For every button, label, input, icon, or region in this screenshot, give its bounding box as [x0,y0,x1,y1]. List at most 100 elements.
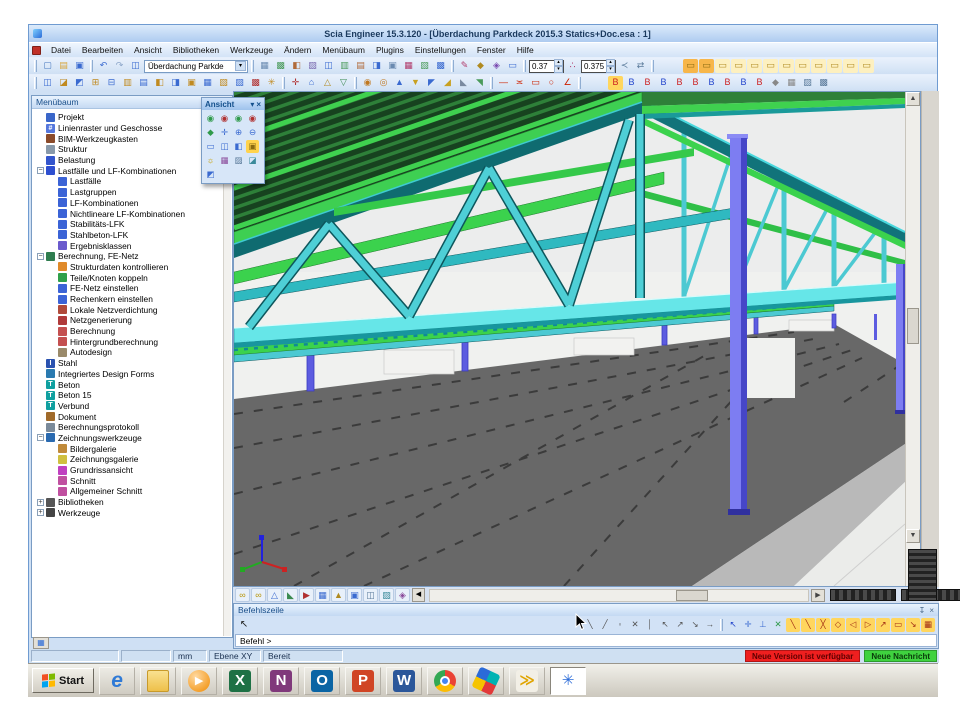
tree-item[interactable]: I Stahl [33,358,223,369]
toolbar-grip[interactable] [282,77,285,89]
toolbar-icon[interactable]: ▭ [528,76,543,90]
tree-item[interactable]: Strukturdaten kontrollieren [45,262,223,273]
toolbar-grip[interactable] [451,60,454,72]
word[interactable]: W [386,667,422,695]
toolbar-icon[interactable]: ▧ [216,76,231,90]
view-tool-icon[interactable]: ☼ [204,154,217,167]
toolbar-icon[interactable]: ≍ [512,76,527,90]
snap-icon[interactable]: ✛ [741,618,755,632]
snap-mode-icon[interactable]: ╳ [816,618,830,632]
chevron-down-icon[interactable]: ▾ [235,61,246,71]
snap-mode-icon[interactable]: ↘ [906,618,920,632]
tree-expander[interactable]: − [37,167,44,174]
snap-mode-icon[interactable]: ╲ [801,618,815,632]
toolbar-icon[interactable]: ▥ [120,76,135,90]
load-case-icon[interactable]: ▦ [784,76,799,90]
scroll-right-icon[interactable]: ▶ [811,589,825,602]
tree-expander[interactable] [49,296,56,303]
tree-expander[interactable] [49,199,56,206]
view-preset-icon[interactable]: ▭ [811,59,826,73]
tree-item[interactable]: Stabilitäts-LFK [45,219,223,230]
tree-expander[interactable]: − [37,434,44,441]
tree-item[interactable]: Grundrissansicht [45,465,223,476]
scale-spinner-2[interactable]: 0.375 ▴▾ [581,60,616,73]
toolbar-icon[interactable]: ▣ [184,76,199,90]
toolbar-icon[interactable]: ◫ [321,59,336,73]
3d-viewport[interactable]: ▲ ▼ [233,91,921,587]
tree-expander[interactable] [49,456,56,463]
dark-resize-bar-vertical[interactable] [908,549,937,601]
snap-icon[interactable]: ◦ [613,618,627,632]
toolbar-icon[interactable]: — [496,76,511,90]
tree-item[interactable]: Bildergalerie [45,443,223,454]
snap-mode-icon[interactable]: ╲ [786,618,800,632]
toolbar-grip[interactable] [251,60,254,72]
toolbar-grip[interactable] [34,77,37,89]
snap-icon[interactable]: ╲ [583,618,597,632]
menu-item[interactable]: Einstellungen [410,44,471,56]
tree-expander[interactable] [49,467,56,474]
toolbar-icon[interactable]: ▥ [337,59,352,73]
tree-expander[interactable] [37,424,44,431]
menu-item[interactable]: Ändern [279,44,316,56]
load-case-icon[interactable]: B [672,76,687,90]
load-case-icon[interactable]: B [720,76,735,90]
viewport-tab-icon[interactable]: ▲ [331,588,346,602]
outlook[interactable]: O [304,667,340,695]
toolbar-grip[interactable] [651,60,654,72]
toolbar-icon[interactable]: ◫ [40,76,55,90]
media-player[interactable]: ▶ [181,667,217,695]
view-preset-icon[interactable]: ▭ [747,59,762,73]
tree-item[interactable]: Stahlbeton-LFK [45,230,223,241]
toolbar-icon[interactable]: ≺ [617,59,632,73]
toolbar-icon[interactable]: ∴ [565,59,580,73]
tree-item[interactable]: Berechnung [45,326,223,337]
menu-item[interactable]: Ansicht [129,44,167,56]
tree-item[interactable]: Allgemeiner Schnitt [45,486,223,497]
toolbar-icon[interactable]: ▽ [336,76,351,90]
tree-item[interactable]: Schnitt [45,475,223,486]
tree-expander[interactable] [37,402,44,409]
tree-expander[interactable] [49,328,56,335]
toolbar-icon[interactable]: ◨ [369,59,384,73]
toolbar-icon[interactable]: ✛ [288,76,303,90]
tree-expander[interactable] [37,413,44,420]
tree-item[interactable]: Belastung [33,155,223,166]
tree-expander[interactable] [49,231,56,238]
toolbar-icon[interactable]: ◨ [168,76,183,90]
toolbar-grip[interactable] [523,60,526,72]
pin-icon[interactable]: ↧ [919,606,926,615]
viewport-hscrollbar[interactable] [429,589,809,602]
view-preset-icon[interactable]: ▭ [715,59,730,73]
onenote[interactable]: N [263,667,299,695]
tree-item[interactable]: Berechnungsprotokoll [33,422,223,433]
snap-icon[interactable]: ✕ [771,618,785,632]
scia-launcher[interactable]: ≫ [509,667,545,695]
snap-icon[interactable]: ✕ [628,618,642,632]
toolbar-icon[interactable]: △ [320,76,335,90]
tree-expander[interactable] [49,221,56,228]
toolbar-grip[interactable] [578,77,581,89]
toolbar-icon[interactable]: ▣ [72,59,87,73]
toolbar-icon[interactable]: ▦ [401,59,416,73]
toolbar-icon[interactable]: ▣ [385,59,400,73]
view-tool-icon[interactable]: ⊕ [232,126,245,139]
tree-item[interactable]: Netzgenerierung [45,315,223,326]
load-case-icon[interactable]: B [752,76,767,90]
tree-item[interactable]: LF-Kombinationen [45,198,223,209]
toolbar-icon[interactable]: ∠ [560,76,575,90]
tree-expander[interactable] [37,381,44,388]
view-tool-icon[interactable]: ✛ [218,126,231,139]
snap-icon[interactable]: ↘ [688,618,702,632]
tree-expander[interactable]: + [37,499,44,506]
tree-item[interactable]: Lokale Netzverdichtung [45,304,223,315]
toolbar-icon[interactable]: ▧ [417,59,432,73]
view-tool-icon[interactable]: ◉ [204,112,217,125]
tree-expander[interactable] [37,370,44,377]
spinner-arrows[interactable]: ▴▾ [554,59,563,73]
load-case-icon[interactable]: B [640,76,655,90]
toolbar-icon[interactable]: ◧ [152,76,167,90]
snap-icon[interactable]: ⊥ [756,618,770,632]
view-tool-icon[interactable]: ◉ [246,112,259,125]
toolbar-icon[interactable]: ▦ [200,76,215,90]
